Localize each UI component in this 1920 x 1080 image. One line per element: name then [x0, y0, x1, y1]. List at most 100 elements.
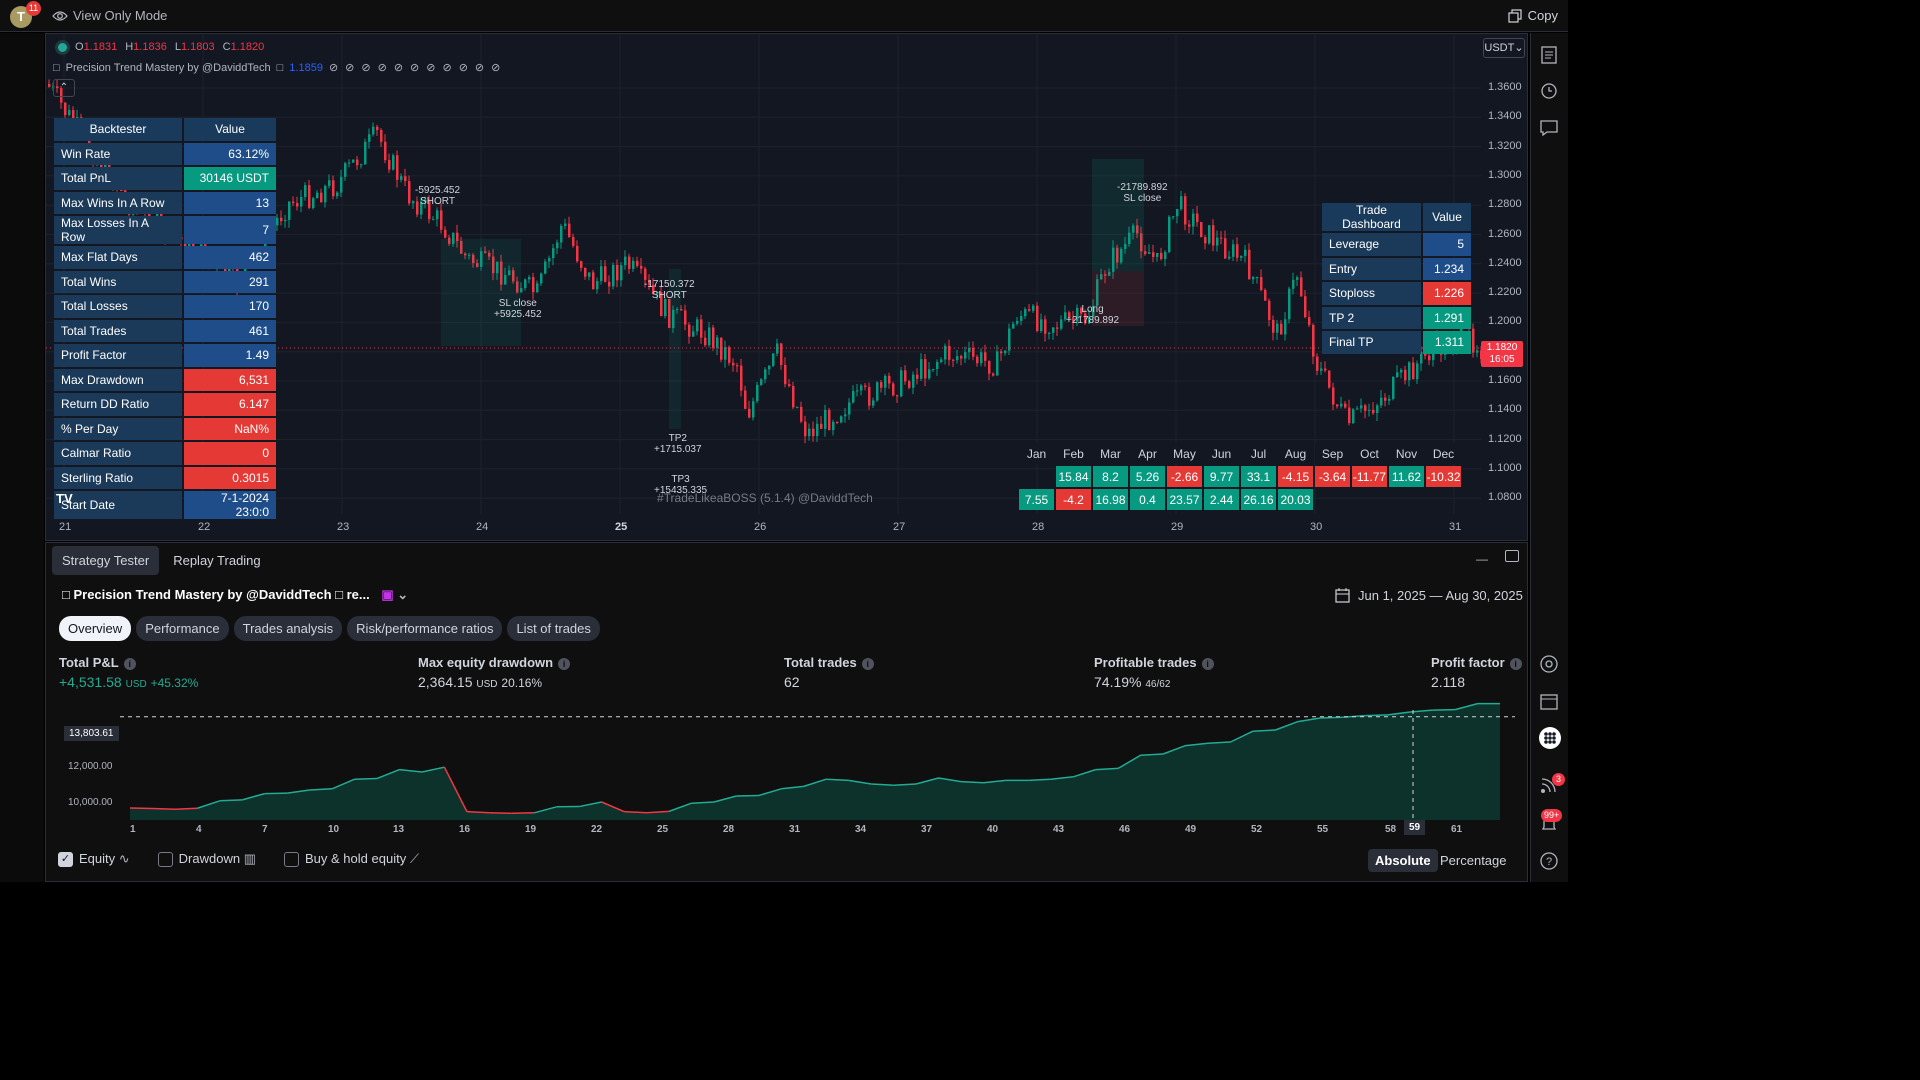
calendar-purple-icon[interactable]: ▣ [381, 587, 393, 602]
metric-unit: USD [476, 679, 498, 690]
candle-body [568, 223, 571, 237]
maximize-icon[interactable] [1505, 550, 1519, 562]
info-icon[interactable]: i [1201, 658, 1214, 670]
time-axis-label: 26 [754, 521, 767, 533]
view-only-mode[interactable]: View Only Mode [52, 8, 167, 23]
candle-body [408, 181, 411, 204]
candle-body [356, 159, 359, 166]
absolute-button[interactable]: Absolute [1368, 849, 1438, 872]
table-row: Leverage 5 [1322, 233, 1471, 256]
close-label: C [222, 41, 231, 53]
tab-list-of-trades[interactable]: List of trades [507, 616, 600, 641]
tab-trades-analysis[interactable]: Trades analysis [233, 616, 343, 641]
help-icon[interactable]: ? [1539, 851, 1561, 873]
candle-body [940, 359, 943, 363]
month-return-cell: 5.26 [1130, 466, 1165, 487]
equity-crosshair-x: 59 [1404, 820, 1426, 835]
month-header: Jun [1204, 443, 1239, 464]
info-icon[interactable]: i [558, 658, 571, 670]
equity-toggle[interactable]: ✓ Equity ∿ [58, 851, 130, 868]
collapse-legend-button[interactable]: ⌃ [53, 79, 75, 97]
target-icon[interactable] [1539, 654, 1561, 676]
minimize-icon[interactable]: — [1476, 552, 1488, 566]
dashboard-value: 1.226 [1423, 282, 1471, 305]
metric-pct: +45.32% [150, 676, 199, 690]
equity-chart[interactable] [120, 700, 1520, 820]
tab-overview[interactable]: Overview [59, 616, 132, 641]
indicator-legend[interactable]: □ Precision Trend Mastery by @DaviddTech… [53, 61, 507, 75]
candle-body [640, 265, 643, 269]
candle-body [348, 162, 351, 164]
candle-body [400, 176, 403, 180]
time-axis-label: 22 [198, 521, 211, 533]
month-header: Dec [1426, 443, 1461, 464]
candle-body [800, 406, 803, 422]
candle-body [820, 423, 823, 429]
candle-body [1236, 244, 1239, 258]
tradingview-logo-icon[interactable]: TV [56, 491, 73, 506]
watchlist-icon[interactable] [1539, 45, 1561, 67]
copy-button[interactable]: Copy [1508, 8, 1558, 23]
table-row: Entry 1.234 [1322, 257, 1471, 280]
candle-body [892, 383, 895, 396]
candle-body [1332, 387, 1335, 405]
month-return-cell: 26.16 [1241, 489, 1276, 510]
chevron-down-icon[interactable]: ⌄ [394, 587, 408, 602]
tab-risk-ratios[interactable]: Risk/performance ratios [347, 616, 503, 641]
calendar-icon[interactable] [1539, 691, 1561, 713]
candle-body [840, 416, 843, 423]
candle-body [1292, 279, 1295, 289]
backtester-value: 30146 USDT [184, 167, 276, 190]
candle-body [336, 192, 339, 197]
info-icon[interactable]: i [1509, 658, 1522, 670]
candle-body [1188, 224, 1191, 227]
candle-body [600, 266, 603, 282]
info-icon[interactable]: i [861, 658, 874, 670]
price-axis-label: 1.2600 [1488, 227, 1522, 240]
backtester-label: Return DD Ratio [54, 393, 182, 416]
price-axis-label: 1.2200 [1488, 286, 1522, 299]
candle-body [1028, 309, 1031, 311]
chat-icon[interactable] [1539, 118, 1561, 140]
candle-body [1308, 317, 1311, 325]
candle-body [884, 375, 887, 388]
backtester-value: 461 [184, 319, 276, 342]
currency-selector[interactable]: USDT⌄ [1483, 38, 1525, 58]
candle-body [288, 201, 291, 220]
candle-body [852, 391, 855, 403]
apps-grid-icon[interactable] [1539, 727, 1561, 749]
candle-body [1000, 351, 1003, 354]
indicator-value: 1.1859 [289, 61, 323, 74]
backtester-value: 63.12% [184, 142, 276, 165]
candle-body [744, 390, 747, 409]
chevron-up-icon: ⌃ [59, 82, 69, 93]
month-header-row: Jan Feb Mar Apr May Jun Jul Aug Sep Oct Nov Dec [1019, 443, 1461, 464]
table-row: Max Drawdown 6,531 [54, 368, 276, 391]
backtester-label: Calmar Ratio [54, 442, 182, 465]
tab-strategy-tester[interactable]: Strategy Tester [52, 546, 160, 575]
candle-body [292, 201, 295, 204]
candle-body [1312, 324, 1315, 357]
candle-body [540, 273, 543, 284]
candle-body [984, 352, 987, 361]
candle-body [720, 337, 723, 360]
alarm-clock-icon[interactable] [1539, 80, 1561, 102]
info-icon[interactable]: i [123, 658, 136, 670]
tab-performance[interactable]: Performance [136, 616, 229, 641]
percentage-button[interactable]: Percentage [1440, 853, 1507, 868]
tab-replay-trading[interactable]: Replay Trading [163, 546, 270, 575]
backtester-label: Sterling Ratio [54, 466, 182, 489]
candle-body [808, 428, 811, 437]
candle-body [300, 196, 303, 207]
candle-body [768, 365, 771, 370]
price-axis-label: 1.1600 [1488, 374, 1522, 386]
eye-icon [52, 10, 68, 21]
candle-body [784, 364, 787, 385]
drawdown-toggle[interactable]: Drawdown ▥ [157, 851, 256, 868]
month-return-cell: 15.84 [1056, 466, 1091, 487]
metric-profitable-trades: Profitable trades i 74.19% 46/62 [1094, 655, 1214, 690]
buy-hold-toggle[interactable]: Buy & hold equity ⟋ [284, 851, 419, 868]
date-range-selector[interactable]: Jun 1, 2025 — Aug 30, 2025 ⌄ [1335, 587, 1542, 603]
candle-body [1012, 323, 1015, 329]
strategy-title[interactable]: □ Precision Trend Mastery by @DaviddTech… [62, 587, 408, 603]
